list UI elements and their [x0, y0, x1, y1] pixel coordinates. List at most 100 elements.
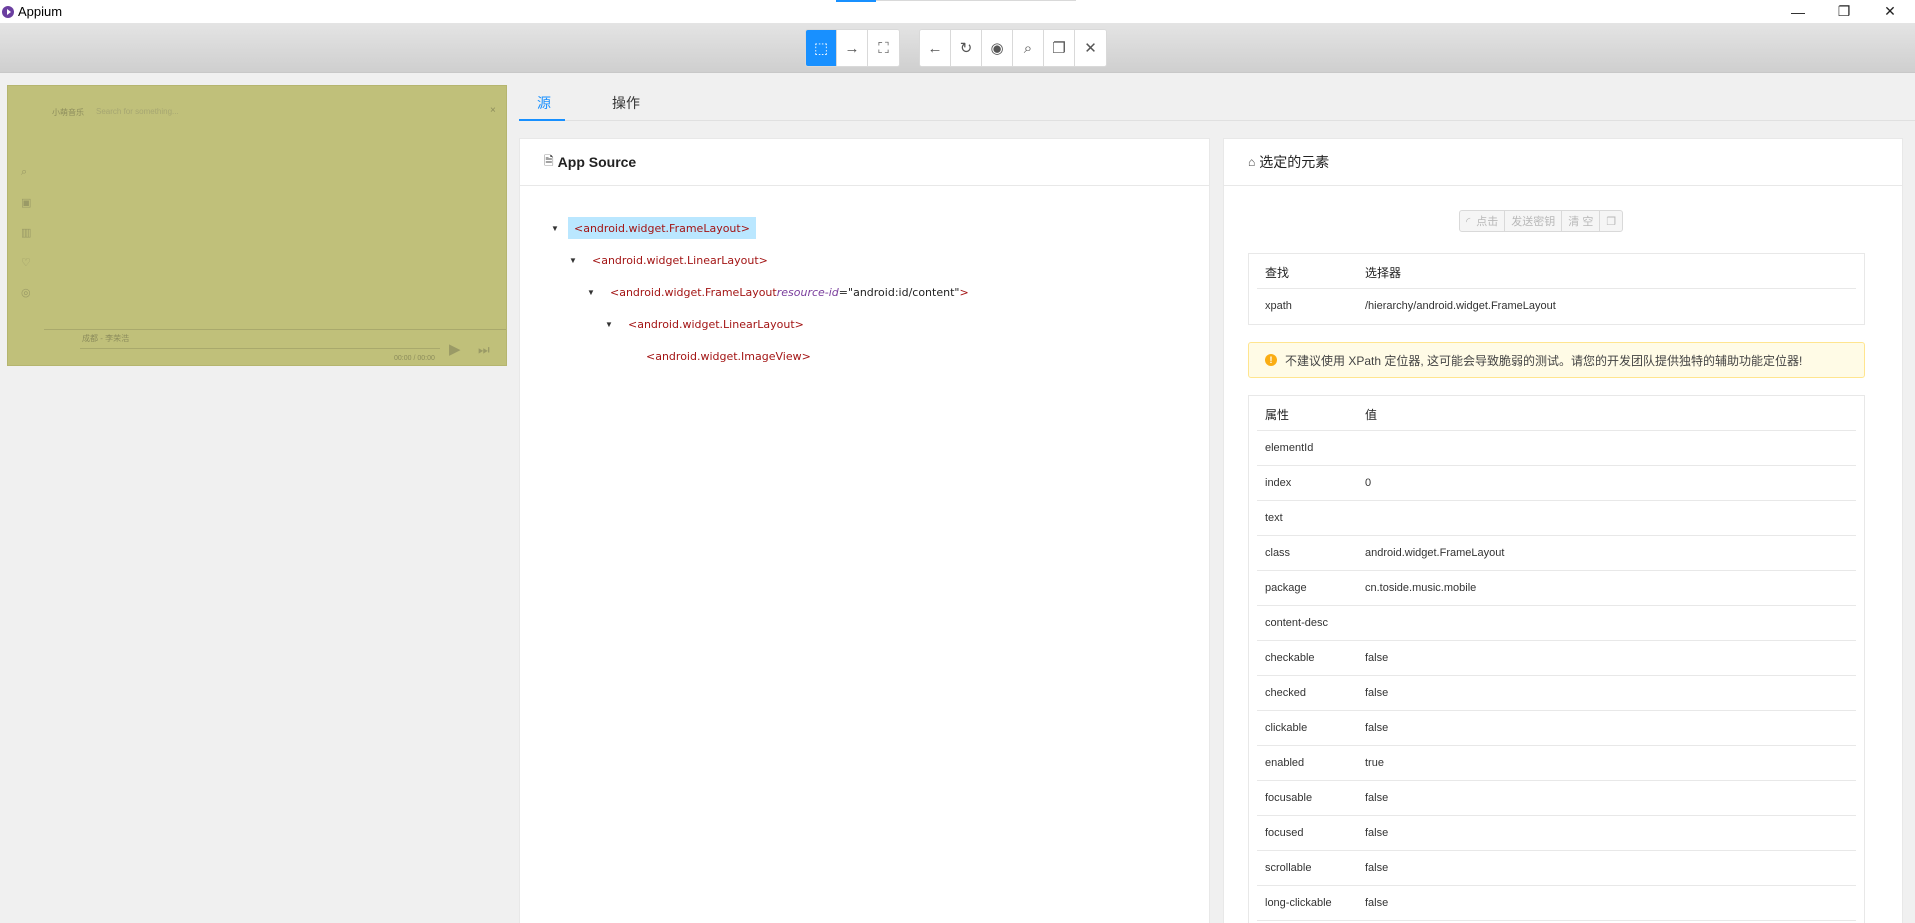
tree-attr-name: resource-id: [776, 285, 839, 299]
device-settings-icon: ◎: [21, 287, 31, 299]
tab-actions[interactable]: 操作: [612, 93, 640, 113]
top-accent-line: [836, 0, 876, 2]
tree-node[interactable]: <android.widget.LinearLayout>: [592, 249, 768, 271]
tree-attr-eq: =: [838, 285, 849, 299]
attribute-name: class: [1265, 547, 1291, 559]
refresh-icon: ↻: [959, 40, 973, 57]
refresh-button[interactable]: ↻: [951, 30, 982, 66]
minimize-icon[interactable]: —: [1775, 0, 1821, 23]
attribute-value: android.widget.FrameLayout: [1365, 547, 1505, 559]
attribute-value: false: [1365, 687, 1389, 699]
copy-attributes-button[interactable]: ❐: [1600, 211, 1622, 231]
eye-button[interactable]: ◉: [982, 30, 1013, 66]
table-row[interactable]: clickable false: [1257, 711, 1856, 746]
tap-button[interactable]: ◜ 点击: [1460, 211, 1506, 231]
tree-node-label: <android.widget.LinearLayout>: [628, 317, 804, 331]
table-row[interactable]: scrollable false: [1257, 851, 1856, 886]
copy-button[interactable]: ❐: [1044, 30, 1075, 66]
device-search-input: Search for something...: [96, 107, 179, 116]
tree-caret-down-icon[interactable]: ▼: [551, 224, 559, 233]
attribute-name: checkable: [1265, 652, 1315, 664]
device-time: 00:00 / 00:00: [394, 355, 435, 362]
tree-caret-down-icon[interactable]: ▼: [587, 288, 595, 297]
table-row[interactable]: long-clickable false: [1257, 886, 1856, 921]
back-icon: ←: [927, 39, 943, 57]
send-keys-label: 发送密钥: [1511, 216, 1556, 228]
app-source-header: 🗎 App Source: [520, 139, 1209, 186]
attribute-value: false: [1365, 827, 1389, 839]
search-icon: ⌕: [1023, 39, 1033, 57]
tap-by-coordinates-icon: ⛶: [878, 39, 889, 57]
device-chart-icon: ▥: [21, 227, 32, 239]
interaction-mode-group: ⬚ → ⛶: [805, 29, 900, 67]
window-title: Appium: [18, 4, 63, 19]
active-tab-indicator: [519, 119, 565, 121]
column-header: 选择器: [1365, 266, 1402, 280]
select-element-icon: ⬚: [813, 40, 829, 57]
table-row[interactable]: elementId: [1257, 431, 1856, 466]
app-source-title: App Source: [557, 154, 637, 170]
attribute-name: index: [1265, 477, 1292, 489]
xpath-warning-alert: ! 不建议使用 XPath 定位器, 这可能会导致脆弱的测试。请您的开发团队提供…: [1248, 342, 1865, 378]
clear-button[interactable]: 清 空: [1562, 211, 1601, 231]
restore-icon[interactable]: ❐: [1821, 0, 1867, 23]
device-next-icon: ⏭: [478, 342, 490, 357]
device-search-icon: ⌕: [21, 166, 28, 178]
attribute-name: long-clickable: [1265, 897, 1332, 909]
table-row[interactable]: focusable false: [1257, 781, 1856, 816]
loading-icon: ◜: [1466, 215, 1471, 228]
table-row[interactable]: text: [1257, 501, 1856, 536]
swipe-by-coordinates-button[interactable]: →: [837, 30, 868, 66]
session-actions-group: ← ↻ ◉ ⌕ ❐ ✕: [919, 29, 1107, 67]
attribute-value: false: [1365, 792, 1389, 804]
attribute-value: true: [1365, 757, 1384, 769]
close-button[interactable]: ✕: [1075, 30, 1106, 66]
window-close-icon[interactable]: ✕: [1867, 0, 1913, 23]
tree-caret-down-icon[interactable]: ▼: [569, 256, 577, 265]
tree-node[interactable]: <android.widget.FrameLayout resource-id …: [610, 281, 969, 303]
device-screenshot[interactable]: 小萌音乐 Search for something... × ⌕ ▣ ▥ ♡ ◎…: [7, 85, 507, 366]
search-button[interactable]: ⌕: [1013, 30, 1044, 66]
tree-node-suffix: >: [959, 285, 969, 299]
inspector-tabs: 源 操作: [519, 85, 1915, 121]
attribute-value: false: [1365, 652, 1389, 664]
device-library-icon: ▣: [21, 197, 32, 209]
tree-node-label: <android.widget.ImageView>: [646, 349, 811, 363]
attribute-value: cn.toside.music.mobile: [1365, 582, 1477, 594]
table-row[interactable]: xpath /hierarchy/android.widget.FrameLay…: [1257, 289, 1856, 324]
tab-source[interactable]: 源: [537, 93, 551, 113]
attribute-name: content-desc: [1265, 617, 1328, 629]
table-row[interactable]: focused false: [1257, 816, 1856, 851]
table-row[interactable]: enabled true: [1257, 746, 1856, 781]
table-row[interactable]: checkable false: [1257, 641, 1856, 676]
attribute-name: checked: [1265, 687, 1306, 699]
select-element-button[interactable]: ⬚: [806, 30, 837, 66]
tap-by-coordinates-button[interactable]: ⛶: [868, 30, 899, 66]
back-button[interactable]: ←: [920, 30, 951, 66]
appium-logo-icon: [2, 5, 14, 18]
attribute-name: elementId: [1265, 442, 1314, 454]
inspector-toolbar: ⬚ → ⛶ ← ↻ ◉ ⌕ ❐ ✕: [0, 23, 1915, 73]
table-row[interactable]: index 0: [1257, 466, 1856, 501]
device-song-title: 成都 - 李荣浩: [82, 334, 130, 343]
tree-node[interactable]: <android.widget.FrameLayout>: [568, 217, 756, 239]
device-app-name: 小萌音乐: [52, 108, 84, 117]
copy-icon: ❐: [1606, 215, 1617, 228]
attribute-name: clickable: [1265, 722, 1308, 734]
selector-value: /hierarchy/android.widget.FrameLayout: [1365, 300, 1556, 312]
table-row[interactable]: package cn.toside.music.mobile: [1257, 571, 1856, 606]
table-row[interactable]: checked false: [1257, 676, 1856, 711]
copy-icon: ❐: [1052, 40, 1066, 57]
column-header: 值: [1365, 408, 1378, 422]
send-keys-button[interactable]: 发送密钥: [1505, 211, 1563, 231]
attribute-name: package: [1265, 582, 1307, 594]
table-row[interactable]: class android.widget.FrameLayout: [1257, 536, 1856, 571]
tree-node-label: <android.widget.FrameLayout: [610, 285, 777, 299]
tree-node[interactable]: <android.widget.ImageView>: [646, 345, 811, 367]
top-divider-line: [876, 0, 1076, 1]
tree-node[interactable]: <android.widget.LinearLayout>: [628, 313, 804, 335]
device-progress-bar: [80, 348, 440, 349]
tree-caret-down-icon[interactable]: ▼: [605, 320, 613, 329]
table-row[interactable]: content-desc: [1257, 606, 1856, 641]
device-close-icon: ×: [490, 105, 496, 116]
